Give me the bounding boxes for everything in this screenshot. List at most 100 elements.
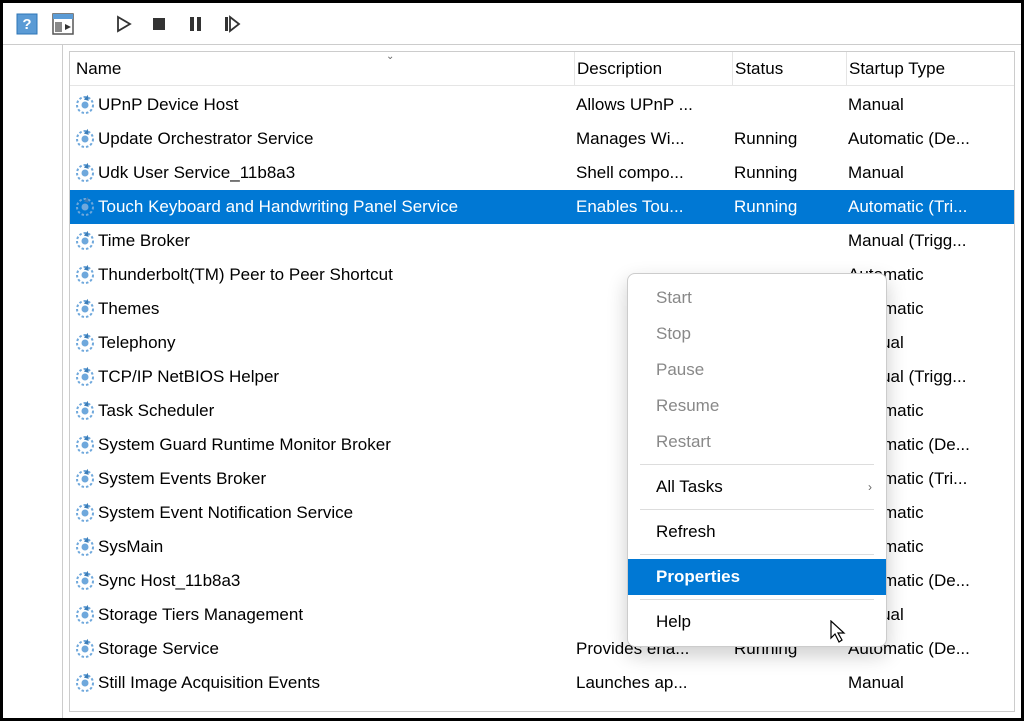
cell-description: Enables Tou... xyxy=(574,197,732,217)
gear-icon xyxy=(74,570,96,592)
service-name: Telephony xyxy=(98,333,176,353)
cell-name: Touch Keyboard and Handwriting Panel Ser… xyxy=(74,196,574,218)
toolbar: ? xyxy=(3,3,1021,45)
cell-description: Launches ap... xyxy=(574,673,732,693)
pause-button[interactable] xyxy=(179,8,211,40)
menu-refresh[interactable]: Refresh xyxy=(628,514,886,550)
service-name: Udk User Service_11b8a3 xyxy=(98,163,295,183)
cell-name: Time Broker xyxy=(74,230,574,252)
cell-name: Thunderbolt(TM) Peer to Peer Shortcut xyxy=(74,264,574,286)
gear-icon xyxy=(74,264,96,286)
gear-icon xyxy=(74,672,96,694)
cell-name: Task Scheduler xyxy=(74,400,574,422)
cell-name: UPnP Device Host xyxy=(74,94,574,116)
cell-name: Telephony xyxy=(74,332,574,354)
chevron-right-icon: › xyxy=(868,480,872,494)
cell-status: Running xyxy=(732,129,846,149)
menu-pause[interactable]: Pause xyxy=(628,352,886,388)
help-button[interactable]: ? xyxy=(11,8,43,40)
menu-all-tasks[interactable]: All Tasks › xyxy=(628,469,886,505)
cell-name: System Event Notification Service xyxy=(74,502,574,524)
menu-separator xyxy=(640,599,874,600)
help-icon: ? xyxy=(16,13,38,35)
menu-resume[interactable]: Resume xyxy=(628,388,886,424)
stop-icon xyxy=(149,14,169,34)
service-name: Sync Host_11b8a3 xyxy=(98,571,240,591)
cell-status: Running xyxy=(732,197,846,217)
column-header-name[interactable]: Name xyxy=(74,59,574,79)
gear-icon xyxy=(74,536,96,558)
menu-restart[interactable]: Restart xyxy=(628,424,886,460)
service-name: System Guard Runtime Monitor Broker xyxy=(98,435,391,455)
gear-icon xyxy=(74,196,96,218)
cell-name: Sync Host_11b8a3 xyxy=(74,570,574,592)
gear-icon xyxy=(74,94,96,116)
menu-separator xyxy=(640,464,874,465)
table-row[interactable]: Still Image Acquisition Events Launches a… xyxy=(70,666,1014,700)
tree-panel xyxy=(3,45,63,718)
service-name: Touch Keyboard and Handwriting Panel Ser… xyxy=(98,197,458,217)
restart-button[interactable] xyxy=(215,8,247,40)
service-name: Themes xyxy=(98,299,159,319)
gear-icon xyxy=(74,638,96,660)
cell-startup: Automatic (De... xyxy=(846,129,1008,149)
menu-start[interactable]: Start xyxy=(628,280,886,316)
stop-button[interactable] xyxy=(143,8,175,40)
service-name: Time Broker xyxy=(98,231,190,251)
svg-text:?: ? xyxy=(22,16,31,33)
cell-name: System Guard Runtime Monitor Broker xyxy=(74,434,574,456)
gear-icon xyxy=(74,366,96,388)
gear-icon xyxy=(74,332,96,354)
gear-icon xyxy=(74,230,96,252)
show-hide-panel-icon xyxy=(52,13,74,35)
service-name: Storage Service xyxy=(98,639,219,659)
gear-icon xyxy=(74,468,96,490)
gear-icon xyxy=(74,128,96,150)
table-row[interactable]: Update Orchestrator Service Manages Wi...… xyxy=(70,122,1014,156)
menu-help[interactable]: Help xyxy=(628,604,886,640)
column-header-startup[interactable]: Startup Type xyxy=(846,52,1008,85)
cell-name: System Events Broker xyxy=(74,468,574,490)
pause-icon xyxy=(185,14,205,34)
gear-icon xyxy=(74,502,96,524)
table-row[interactable]: UPnP Device HostAllows UPnP ...Manual xyxy=(70,88,1014,122)
cell-name: Still Image Acquisition Events xyxy=(74,672,574,694)
table-row[interactable]: Touch Keyboard and Handwriting Panel Ser… xyxy=(70,190,1014,224)
cell-startup: Manual xyxy=(846,673,1008,693)
service-name: Still Image Acquisition Events xyxy=(98,673,320,693)
content-area: ⌄ Name Description Status Startup Type U… xyxy=(3,45,1021,718)
service-name: UPnP Device Host xyxy=(98,95,238,115)
gear-icon xyxy=(74,162,96,184)
service-name: System Event Notification Service xyxy=(98,503,353,523)
table-row[interactable]: Udk User Service_11b8a3 Shell compo...Run… xyxy=(70,156,1014,190)
cell-startup: Automatic (Tri... xyxy=(846,197,1008,217)
service-name: Thunderbolt(TM) Peer to Peer Shortcut xyxy=(98,265,393,285)
play-icon xyxy=(113,14,133,34)
menu-all-tasks-label: All Tasks xyxy=(656,477,723,497)
cell-name: Update Orchestrator Service xyxy=(74,128,574,150)
show-hide-panel-button[interactable] xyxy=(47,8,79,40)
gear-icon xyxy=(74,298,96,320)
cell-startup: Manual xyxy=(846,163,1008,183)
cell-name: Storage Service xyxy=(74,638,574,660)
cell-description: Manages Wi... xyxy=(574,129,732,149)
menu-stop[interactable]: Stop xyxy=(628,316,886,352)
cell-startup: Manual (Trigg... xyxy=(846,231,1008,251)
table-row[interactable]: Time Broker Manual (Trigg... xyxy=(70,224,1014,258)
service-name: TCP/IP NetBIOS Helper xyxy=(98,367,279,387)
cell-name: TCP/IP NetBIOS Helper xyxy=(74,366,574,388)
context-menu: Start Stop Pause Resume Restart All Task… xyxy=(627,273,887,647)
cell-name: SysMain xyxy=(74,536,574,558)
cell-status: Running xyxy=(732,163,846,183)
column-header-description[interactable]: Description xyxy=(574,52,732,85)
cell-description: Shell compo... xyxy=(574,163,732,183)
service-name: System Events Broker xyxy=(98,469,266,489)
start-button[interactable] xyxy=(107,8,139,40)
menu-properties[interactable]: Properties xyxy=(628,559,886,595)
column-header-status[interactable]: Status xyxy=(732,52,846,85)
gear-icon xyxy=(74,434,96,456)
service-name: Storage Tiers Management xyxy=(98,605,303,625)
menu-separator xyxy=(640,509,874,510)
cell-description: Allows UPnP ... xyxy=(574,95,732,115)
service-name: Update Orchestrator Service xyxy=(98,129,313,149)
